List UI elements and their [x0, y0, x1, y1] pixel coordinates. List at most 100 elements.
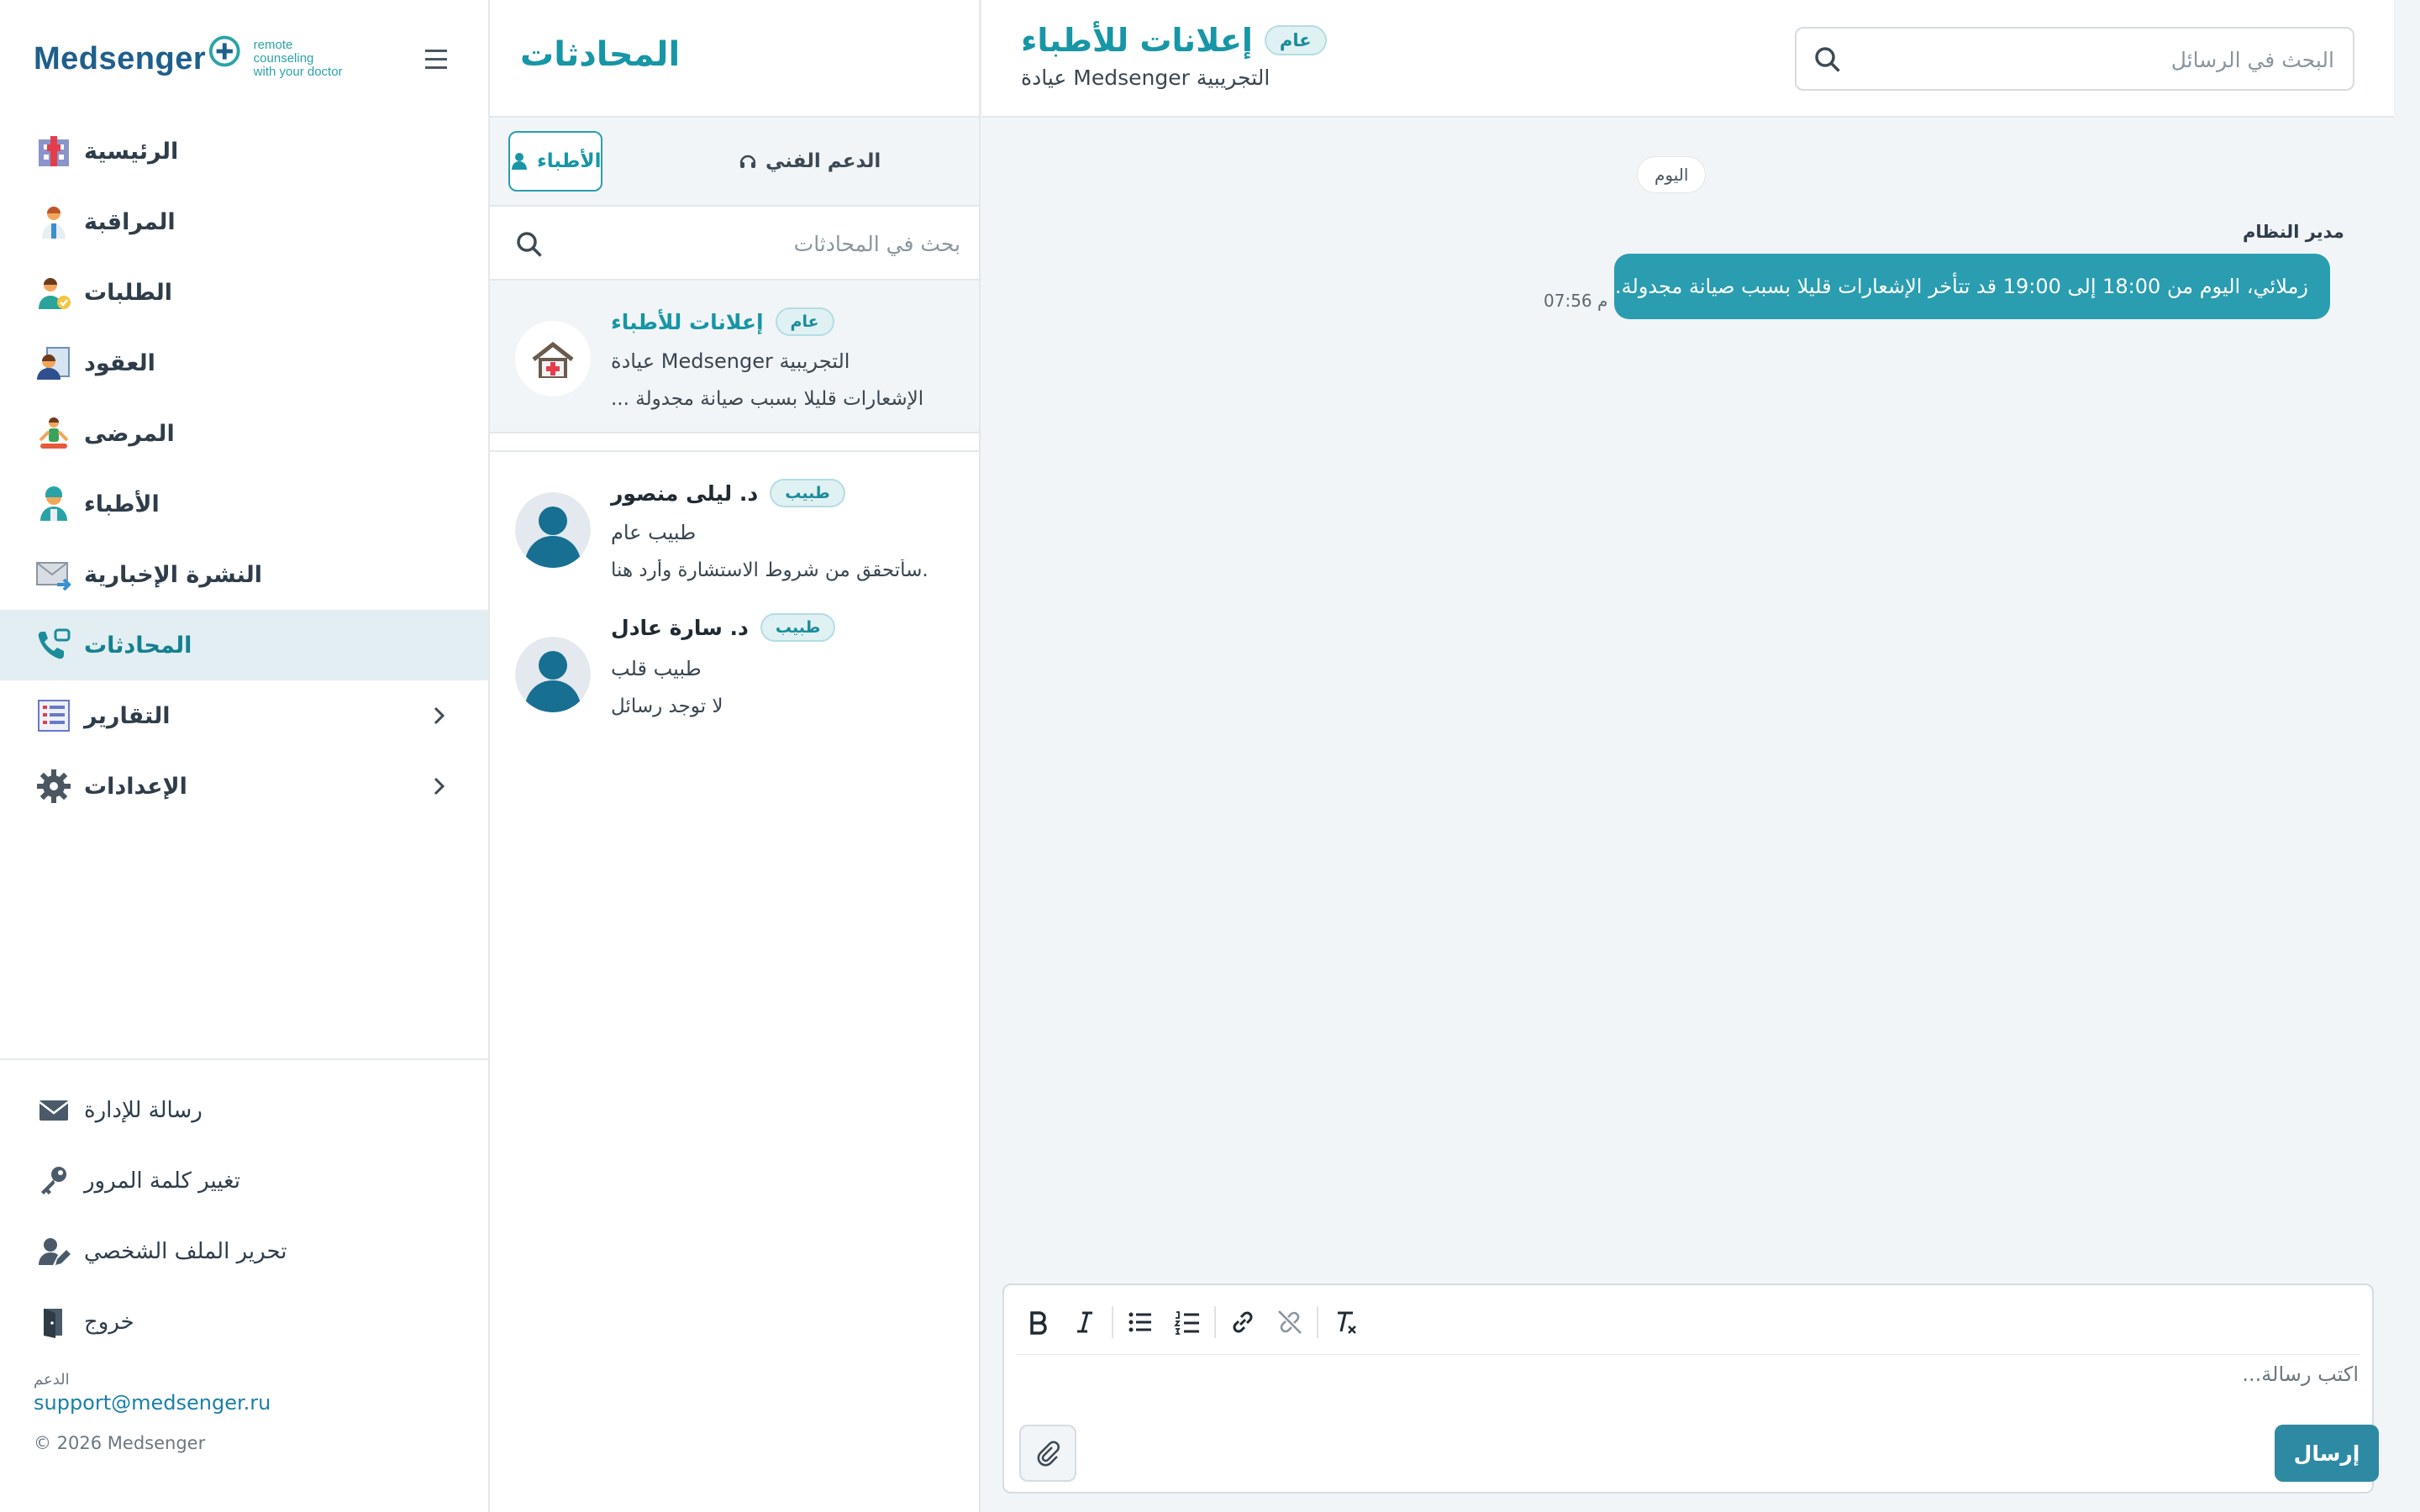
chat-list-panel: المحادثات الأطباء الدعم الفني إعلانات لل…	[490, 0, 981, 1512]
unlink-button[interactable]	[1268, 1300, 1312, 1344]
sidebar-item-label: الإعدادات	[84, 773, 187, 800]
bold-button[interactable]	[1016, 1300, 1060, 1344]
chat-preview: لا توجد رسائل	[611, 696, 723, 717]
user-avatar-icon	[515, 492, 591, 568]
toolbar-separator	[1112, 1306, 1113, 1338]
chat-item-doctor[interactable]: د. ليلى منصور طبيب طبيب عام سأتحقق من شر…	[490, 452, 979, 603]
chat-name: إعلانات للأطباء	[611, 309, 764, 334]
message-input[interactable]	[1023, 1362, 2359, 1413]
chevron-right-icon[interactable]	[427, 774, 450, 798]
chevron-right-icon[interactable]	[427, 704, 450, 727]
chat-item-announcements[interactable]: إعلانات للأطباء عام عيادة Medsenger التج…	[490, 281, 979, 433]
sidebar-item-label: المحادثات	[84, 632, 192, 659]
tab-label: الأطباء	[537, 150, 602, 172]
chat-subtitle: طبيب عام	[611, 521, 697, 544]
tab-tech-support[interactable]: الدعم الفني	[739, 131, 881, 192]
conversation-panel: إعلانات للأطباء عام عيادة Medsenger التج…	[982, 0, 2394, 1512]
headset-icon	[739, 155, 756, 168]
message-composer: إرسال	[1002, 1284, 2379, 1494]
newsletter-icon	[36, 562, 71, 591]
bottom-item-label: تحرير الملف الشخصي	[84, 1239, 287, 1264]
sidebar-item-settings[interactable]: الإعدادات	[0, 751, 488, 822]
logout-link[interactable]: خروج	[0, 1287, 488, 1357]
sidebar-item-patients[interactable]: المرضى	[0, 398, 488, 469]
chat-item-doctor[interactable]: د. سارة عادل طبيب طبيب قلب لا توجد رسائل	[490, 603, 979, 754]
mail-icon	[39, 1100, 69, 1121]
sidebar: Medsenger remote counseling with your do…	[0, 0, 490, 1512]
edit-profile-link[interactable]: تحرير الملف الشخصي	[0, 1216, 488, 1287]
reports-icon	[38, 700, 70, 732]
chat-search-input[interactable]	[557, 220, 960, 267]
sidebar-item-label: المرضى	[84, 420, 175, 447]
requests-user-icon	[39, 278, 71, 309]
day-separator: اليوم	[1637, 156, 1707, 193]
sidebar-item-contracts[interactable]: العقود	[0, 328, 488, 398]
support-caption: الدعم	[34, 1371, 70, 1389]
sidebar-item-label: الرئيسية	[84, 138, 179, 165]
logo-tagline: remote counseling with your doctor	[253, 38, 343, 79]
message-bubble[interactable]: زملائي، اليوم من 18:00 إلى 19:00 قد تتأخ…	[1614, 254, 2330, 319]
hospital-icon	[39, 136, 69, 166]
send-button[interactable]: إرسال	[2275, 1425, 2379, 1482]
conversation-title-row: إعلانات للأطباء عام	[1021, 22, 1327, 59]
clinic-icon	[515, 321, 591, 396]
tab-label: الدعم الفني	[765, 150, 881, 172]
change-password-link[interactable]: تغيير كلمة المرور	[0, 1146, 488, 1216]
message-admin-link[interactable]: رسالة للإدارة	[0, 1075, 488, 1146]
toolbar-separator	[1317, 1306, 1318, 1338]
chat-phone-icon	[38, 628, 71, 659]
bullet-list-button[interactable]	[1118, 1300, 1162, 1344]
chat-type-badge: طبيب	[760, 613, 836, 642]
sidebar-item-monitoring[interactable]: المراقبة	[0, 186, 488, 257]
unlink-icon	[1278, 1310, 1302, 1334]
support-email-link[interactable]: support@medsenger.ru	[34, 1391, 271, 1415]
chat-list-title: المحادثات	[520, 35, 681, 74]
chat-name-row: د. ليلى منصور طبيب	[611, 479, 845, 507]
sidebar-item-chats[interactable]: المحادثات	[0, 610, 488, 680]
key-icon	[41, 1167, 66, 1194]
chat-preview: ... الإشعارات قليلا بسبب صيانة مجدولة	[611, 388, 924, 410]
numbered-list-button[interactable]	[1165, 1300, 1209, 1344]
conversation-header: إعلانات للأطباء عام عيادة Medsenger التج…	[982, 0, 2394, 118]
sidebar-divider	[0, 1058, 488, 1060]
sidebar-item-label: العقود	[84, 349, 155, 376]
sidebar-item-label: الطلبات	[84, 279, 173, 306]
user-avatar-icon	[515, 637, 591, 712]
bottom-item-label: رسالة للإدارة	[84, 1098, 203, 1123]
monitoring-doctor-icon	[42, 207, 66, 239]
sidebar-item-label: الأطباء	[84, 491, 160, 517]
bottom-item-label: خروج	[84, 1310, 134, 1335]
conversation-type-badge: عام	[1264, 25, 1327, 55]
sidebar-item-requests[interactable]: الطلبات	[0, 257, 488, 328]
bottom-item-label: تغيير كلمة المرور	[84, 1168, 240, 1194]
italic-button[interactable]	[1063, 1300, 1107, 1344]
link-button[interactable]	[1221, 1300, 1265, 1344]
logo-wordmark: Medsenger	[34, 40, 207, 76]
logout-door-icon	[44, 1309, 62, 1338]
sidebar-item-newsletter[interactable]: النشرة الإخبارية	[0, 539, 488, 610]
toolbar-divider	[1016, 1354, 2360, 1355]
search-icon	[1815, 47, 1840, 72]
sidebar-item-reports[interactable]: التقارير	[0, 680, 488, 751]
medsenger-logo[interactable]: Medsenger remote counseling with your do…	[34, 34, 353, 84]
tab-doctors[interactable]: الأطباء	[508, 131, 603, 192]
message-search-bar	[1795, 27, 2354, 91]
patients-icon	[39, 417, 69, 449]
sidebar-item-home[interactable]: الرئيسية	[0, 116, 488, 186]
hamburger-icon[interactable]	[420, 44, 454, 74]
search-icon	[517, 232, 542, 257]
sidebar-item-doctors[interactable]: الأطباء	[0, 469, 488, 539]
main-nav: الرئيسية المراقبة الطلبات العقود المرضى …	[0, 116, 488, 822]
sidebar-item-label: التقارير	[84, 702, 171, 729]
doctor-person-icon	[512, 153, 527, 170]
copyright: © 2026 Medsenger	[34, 1433, 206, 1453]
clear-format-button[interactable]	[1323, 1300, 1367, 1344]
attach-button[interactable]	[1019, 1425, 1076, 1482]
chat-name: د. ليلى منصور	[611, 480, 759, 506]
clear-format-icon	[1338, 1311, 1356, 1334]
message-time: 07:56 م	[1544, 291, 1608, 311]
message-search-input[interactable]	[1855, 37, 2334, 82]
chat-subtitle: طبيب قلب	[611, 657, 702, 680]
doctors-icon	[40, 486, 67, 521]
numbered-list-icon	[1174, 1311, 1199, 1335]
